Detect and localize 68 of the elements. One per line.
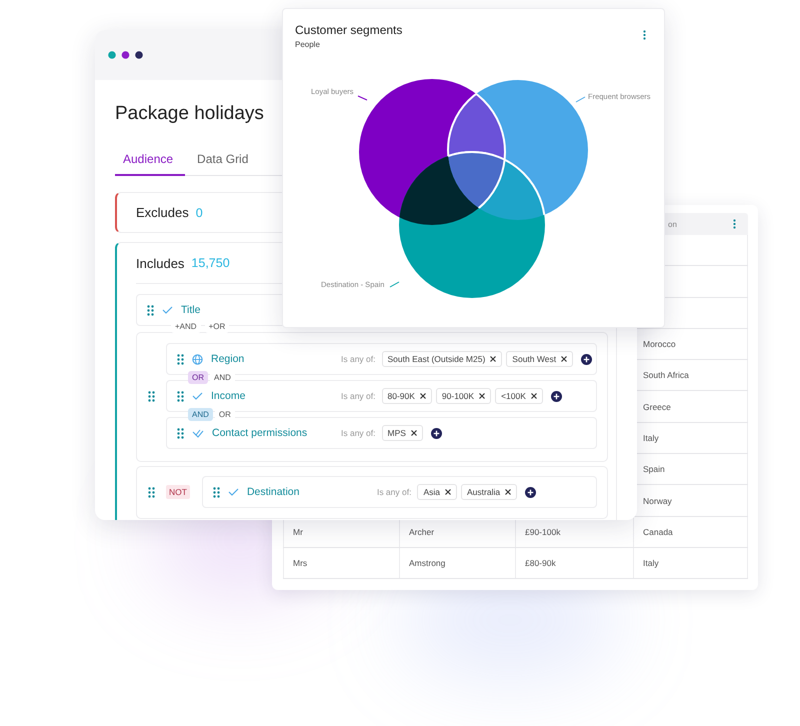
audience-count: 15,750 — [191, 256, 230, 270]
more-options-icon[interactable] — [643, 30, 646, 40]
chip-text: MPS — [388, 428, 406, 438]
check-icon — [192, 392, 203, 400]
remove-icon[interactable] — [420, 393, 426, 399]
double-check-icon — [192, 428, 204, 438]
add-icon[interactable] — [581, 354, 592, 364]
globe-icon — [192, 354, 203, 364]
chip-text: South West — [512, 354, 556, 364]
audience-count: 0 — [196, 206, 203, 220]
drag-handle-icon[interactable] — [177, 390, 184, 402]
remove-icon[interactable] — [490, 356, 496, 362]
section-label: Excludes — [136, 205, 189, 220]
field-name[interactable]: Title — [181, 304, 200, 316]
leader-line — [358, 96, 368, 100]
leader-line — [576, 96, 586, 102]
remove-icon[interactable] — [410, 430, 417, 436]
check-icon — [228, 488, 239, 496]
join-toggle[interactable]: OR — [214, 408, 235, 421]
remove-icon[interactable] — [445, 489, 451, 495]
tab[interactable]: Data Grid — [185, 144, 260, 176]
remove-icon[interactable] — [479, 393, 486, 399]
table-cell: Mrs — [283, 548, 400, 578]
add-icon[interactable] — [525, 486, 536, 498]
drag-handle-icon[interactable] — [148, 486, 155, 498]
window-dots-icon — [108, 51, 143, 59]
remove-icon[interactable] — [505, 489, 512, 495]
table-cell: £80-90k — [516, 548, 634, 578]
tab[interactable]: Audience — [115, 144, 186, 176]
field-name[interactable]: Contact permissions — [212, 427, 308, 439]
drag-handle-icon[interactable] — [147, 304, 154, 316]
section-label: Includes — [136, 256, 184, 270]
leader-line — [390, 282, 400, 288]
chip-text: South East (Outside M25) — [388, 354, 486, 364]
card-subtitle: People — [295, 40, 320, 49]
add-icon[interactable] — [550, 390, 562, 402]
column-heading[interactable]: on — [668, 220, 677, 228]
card-title: Customer segments — [295, 23, 402, 37]
chip-text: 80-90K — [388, 391, 415, 401]
remove-icon[interactable] — [530, 393, 537, 399]
condition-label: Is any of: — [341, 354, 376, 364]
page-title: Package holidays — [115, 102, 265, 126]
add-icon[interactable] — [430, 428, 442, 438]
remove-icon[interactable] — [561, 356, 568, 362]
table-cell: Italy — [634, 548, 748, 578]
join-toggle[interactable]: OR — [188, 371, 208, 384]
chip-text: Asia — [423, 487, 440, 497]
chip-text: <100K — [501, 391, 526, 401]
condition-label: Is any of: — [376, 487, 412, 497]
check-icon — [162, 306, 173, 314]
table-cell: Canada — [634, 516, 748, 547]
condition-label: Is any of: — [341, 428, 376, 438]
chip-text: Australia — [467, 487, 500, 497]
drag-handle-icon[interactable] — [177, 354, 184, 364]
field-name[interactable]: Destination — [246, 486, 300, 498]
drag-handle-icon[interactable] — [177, 428, 184, 438]
chip-text: 90-100K — [442, 391, 474, 401]
table-cell: Amstrong — [400, 548, 516, 578]
drag-handle-icon[interactable] — [148, 390, 155, 402]
join-toggle[interactable]: AND — [188, 408, 213, 421]
drag-handle-icon[interactable] — [212, 486, 220, 498]
more-options-icon[interactable] — [733, 219, 736, 229]
condition-label: Is any of: — [341, 391, 376, 401]
field-name[interactable]: Region — [211, 353, 244, 365]
not-badge: NOT — [166, 485, 190, 499]
field-name[interactable]: Income — [211, 390, 246, 402]
join-toggle[interactable]: AND — [210, 371, 235, 384]
add-join-button[interactable]: +OR — [204, 320, 230, 333]
